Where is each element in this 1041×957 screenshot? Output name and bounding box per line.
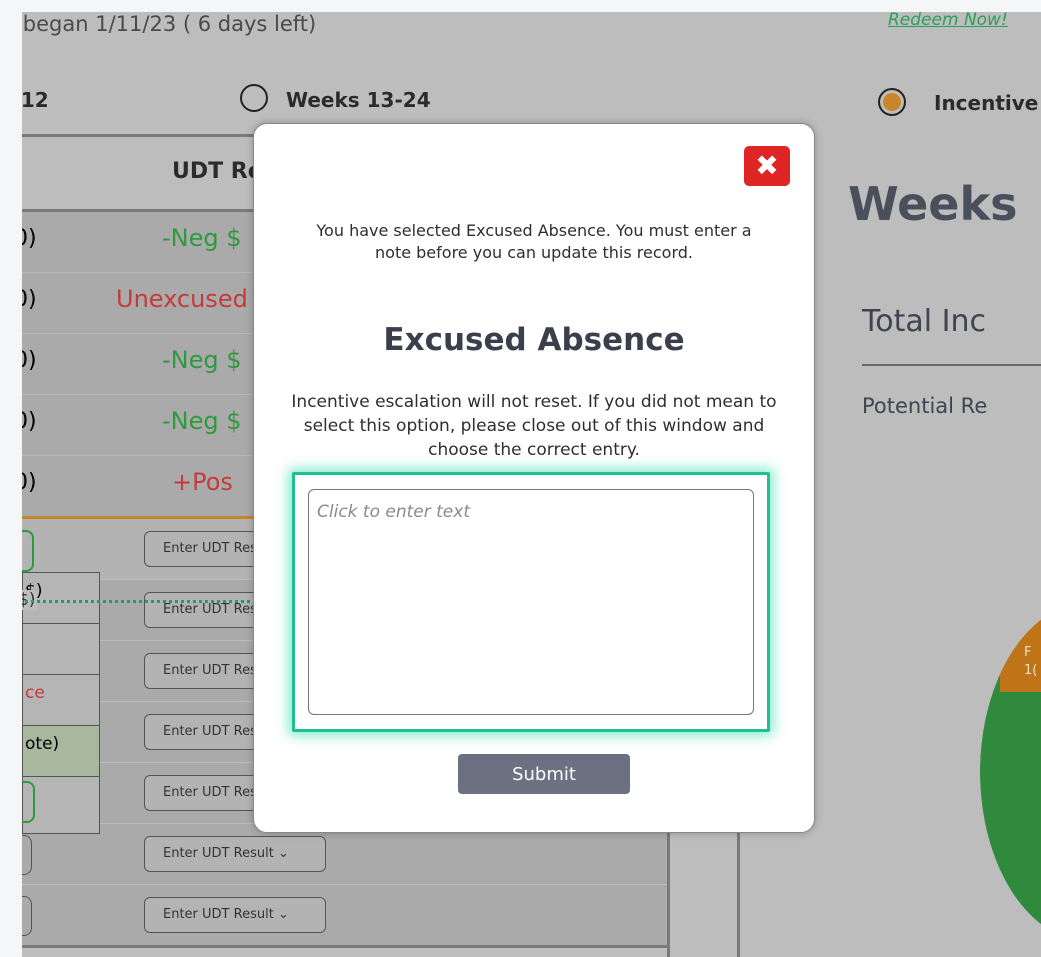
udt-result-select[interactable]: Enter UDT Result ⌄ — [144, 836, 326, 872]
radio-weeks-13-24[interactable] — [240, 84, 268, 112]
dropdown-item-selected[interactable]: ote) — [23, 726, 99, 777]
status-pill[interactable] — [22, 896, 32, 936]
tab-weeks-1-12[interactable]: Weeks 1-12 — [22, 88, 49, 112]
udt-result-value: -Neg $ — [162, 407, 242, 435]
udt-result-value: -Neg $ — [162, 224, 242, 252]
tab-incentive[interactable]: Incentive — [934, 91, 1038, 115]
udt-result-select[interactable]: Enter UDT Result ⌄ — [144, 897, 326, 933]
total-incentive-label: Total Inc — [862, 304, 986, 339]
modal-intro: You have selected Excused Absence. You m… — [316, 221, 752, 262]
excused-absence-modal: ✖ You have selected Excused Absence. You… — [253, 123, 815, 833]
table-row: Enter UDT Result ⌄ — [22, 885, 670, 948]
dropdown-item[interactable]: ce — [23, 675, 99, 726]
radio-incentive[interactable] — [878, 88, 906, 116]
modal-title: Excused Absence — [383, 322, 685, 358]
table-row: Enter UDT Result ⌄ — [22, 824, 670, 884]
udt-result-value: -Neg $ — [162, 346, 242, 374]
app-screen: Session began 1/11/23 ( 6 days left) Red… — [22, 12, 1041, 957]
dropdown-item[interactable] — [23, 624, 99, 675]
status-pill[interactable] — [22, 835, 32, 875]
close-button[interactable]: ✖ — [744, 146, 790, 186]
dropdown-item[interactable] — [22, 777, 99, 828]
udt-result-value: Unexcused — [116, 285, 248, 313]
chevron-down-icon: ⌄ — [277, 846, 289, 861]
divider — [862, 364, 1041, 366]
panel-title: Weeks — [848, 177, 1018, 231]
submit-button[interactable]: Submit — [458, 754, 630, 794]
potential-label: Potential Re — [862, 394, 988, 418]
note-input[interactable] — [308, 489, 754, 715]
modal-description: Incentive escalation will not reset. If … — [291, 392, 777, 460]
redeem-link[interactable]: Redeem Now! — [888, 12, 1008, 30]
status-pill[interactable] — [22, 530, 34, 572]
result-dropdown-menu: $) ce ote) — [22, 572, 100, 834]
udt-result-value: +Pos — [172, 468, 233, 496]
pie-label: F 1( — [1024, 645, 1038, 678]
session-info: Session began 1/11/23 ( 6 days left) — [22, 12, 317, 36]
tab-weeks-13-24[interactable]: Weeks 13-24 — [286, 88, 431, 112]
close-icon: ✖ — [755, 149, 779, 182]
chevron-down-icon: ⌄ — [277, 907, 289, 922]
